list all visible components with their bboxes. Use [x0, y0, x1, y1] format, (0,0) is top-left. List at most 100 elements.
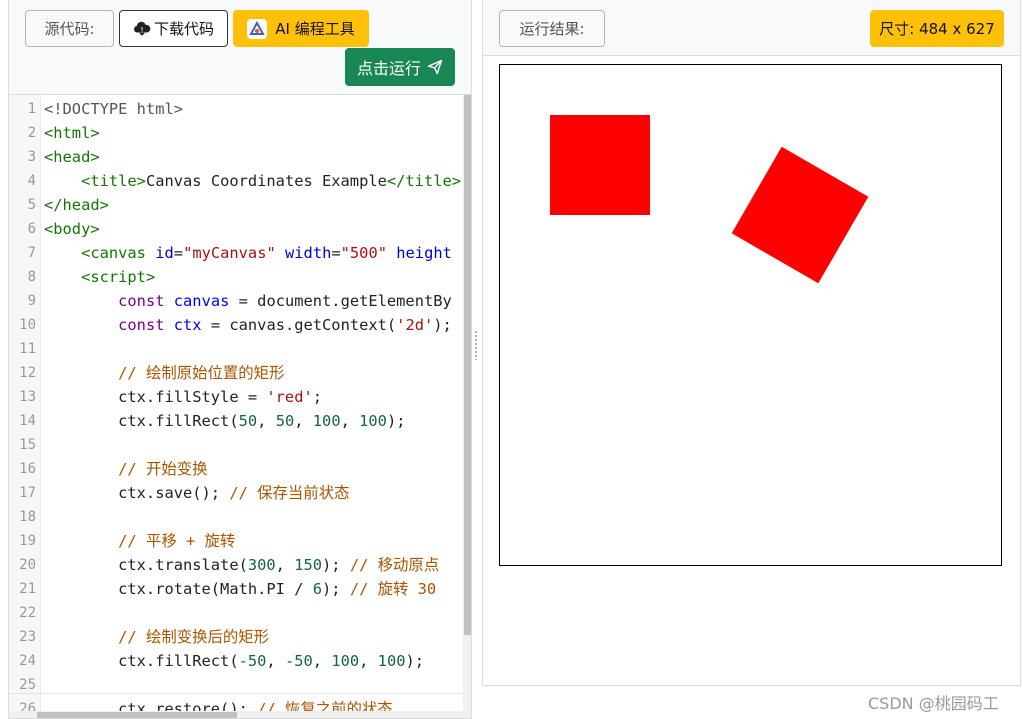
- line-number: 20: [19, 557, 36, 573]
- code-token: ;: [312, 388, 323, 406]
- editor-vertical-scrollbar[interactable]: [463, 95, 471, 718]
- code-line: 14 ctx.fillRect(50, 50, 100, 100);: [9, 409, 463, 433]
- code-text: </head>: [44, 193, 109, 217]
- code-token: = document.getElementBy: [229, 292, 452, 310]
- rotated-red-square: [731, 146, 869, 284]
- editor-divider: [9, 693, 463, 694]
- line-number: 8: [27, 269, 36, 285]
- code-text: ctx.rotate(Math.PI / 6); // 旋转 30: [44, 577, 436, 601]
- code-token: ,: [275, 556, 295, 574]
- line-number: 12: [19, 365, 36, 381]
- code-token: "myCanvas": [183, 244, 276, 262]
- code-text: // 平移 + 旋转: [44, 529, 235, 553]
- line-number: 11: [19, 341, 36, 357]
- code-line: 13 ctx.fillStyle = 'red';: [9, 385, 463, 409]
- code-token: const: [118, 316, 165, 334]
- code-text: <html>: [44, 121, 100, 145]
- editor-horizontal-scrollbar[interactable]: [9, 711, 463, 718]
- run-result-button[interactable]: 运行结果:: [499, 10, 605, 47]
- ai-logo-icon: [247, 18, 268, 39]
- code-line: 21 ctx.rotate(Math.PI / 6); // 旋转 30: [9, 577, 463, 601]
- code-token: // 绘制变换后的矩形: [118, 628, 270, 646]
- code-text: <title>Canvas Coordinates Example</title…: [44, 169, 461, 193]
- code-token: width: [285, 244, 332, 262]
- send-icon: [427, 59, 443, 75]
- code-token: Canvas Coordinates Example: [145, 172, 387, 190]
- code-text: <head>: [44, 145, 100, 169]
- code-line: 24 ctx.fillRect(-50, -50, 100, 100);: [9, 649, 463, 673]
- splitter-grip-icon[interactable]: [474, 330, 478, 360]
- code-token: // 移动原点: [349, 556, 440, 574]
- line-number: 23: [19, 629, 36, 645]
- code-line: 11: [9, 337, 463, 361]
- line-number: 19: [19, 533, 36, 549]
- code-text: <body>: [44, 217, 100, 241]
- code-text: const ctx = canvas.getContext('2d');: [44, 313, 452, 337]
- code-token: <!DOCTYPE html>: [44, 100, 183, 118]
- code-token: height: [396, 244, 452, 262]
- code-token: 150: [294, 556, 323, 574]
- code-line: 18: [9, 505, 463, 529]
- size-label: 尺寸: 484 x 627: [879, 20, 995, 38]
- line-number: 4: [27, 173, 36, 189]
- horizontal-scroll-thumb[interactable]: [37, 712, 237, 718]
- vertical-scroll-thumb[interactable]: [464, 95, 471, 635]
- code-token: // 绘制原始位置的矩形: [118, 364, 285, 382]
- code-line: 10 const ctx = canvas.getContext('2d');: [9, 313, 463, 337]
- code-token: <html>: [44, 124, 100, 142]
- code-text: ctx.translate(300, 150); // 移动原点: [44, 553, 439, 577]
- code-token: );: [386, 412, 406, 430]
- code-token: 6: [312, 580, 322, 598]
- line-number: 6: [27, 221, 36, 237]
- ai-tools-button[interactable]: AI 编程工具: [233, 10, 369, 47]
- code-token: 100: [359, 412, 387, 430]
- code-line: 6 <body>: [9, 217, 463, 241]
- code-line: 20 ctx.translate(300, 150); // 移动原点: [9, 553, 463, 577]
- code-text: ctx.fillRect(-50, -50, 100, 100);: [44, 649, 424, 673]
- code-token: // 开始变换: [118, 460, 208, 478]
- code-token: 100: [312, 412, 341, 430]
- line-number: 10: [19, 317, 36, 333]
- result-panel: 运行结果: 尺寸: 484 x 627: [482, 0, 1021, 686]
- code-token: 50: [238, 412, 258, 430]
- code-token: ,: [312, 652, 332, 670]
- code-token: = canvas.getContext(: [201, 316, 397, 334]
- code-token: <head>: [44, 148, 100, 166]
- code-line: 17 ctx.save(); // 保存当前状态: [9, 481, 463, 505]
- code-token: 100: [377, 652, 406, 670]
- run-result-label: 运行结果:: [519, 20, 585, 38]
- code-token: '2d': [396, 316, 434, 334]
- code-token: );: [405, 652, 425, 670]
- code-line: 15: [9, 433, 463, 457]
- code-token: ,: [340, 412, 360, 430]
- source-code-button[interactable]: 源代码:: [25, 10, 114, 47]
- watermark: CSDN @桃园码工: [868, 694, 999, 713]
- download-code-button[interactable]: 下载代码: [119, 10, 228, 47]
- line-number: 9: [27, 293, 36, 309]
- run-button[interactable]: 点击运行: [345, 48, 455, 86]
- line-number: 2: [27, 125, 36, 141]
- code-token: ctx.fillRect(: [44, 652, 239, 670]
- code-token: -50: [238, 652, 267, 670]
- code-text: ctx.save(); // 保存当前状态: [44, 481, 349, 505]
- code-line: 23 // 绘制变换后的矩形: [9, 625, 463, 649]
- code-token: ,: [294, 412, 313, 430]
- size-badge: 尺寸: 484 x 627: [870, 10, 1004, 47]
- line-number: 7: [27, 245, 36, 261]
- code-token: ctx.fillRect(: [44, 412, 239, 430]
- line-number: 16: [19, 461, 36, 477]
- code-editor[interactable]: 1 <!DOCTYPE html> 2 <html> 3 <head> 4 <title>C…: [9, 95, 463, 718]
- code-token: 300: [247, 556, 276, 574]
- code-token: ctx.save();: [44, 484, 230, 502]
- result-toolbar: 运行结果: 尺寸: 484 x 627: [483, 0, 1020, 56]
- code-line: 4 <title>Canvas Coordinates Example</tit…: [9, 169, 463, 193]
- code-line: 7 <canvas id="myCanvas" width="500" heig…: [9, 241, 463, 265]
- run-label: 点击运行: [356, 59, 421, 78]
